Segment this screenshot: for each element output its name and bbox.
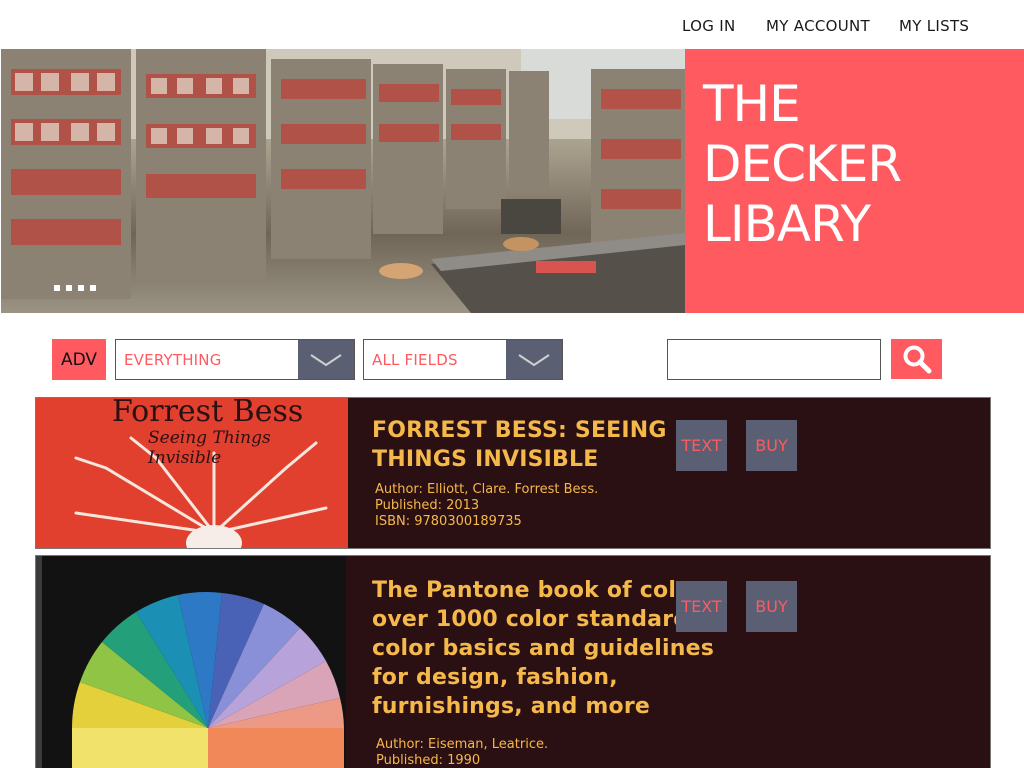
- hero-banner: THE DECKER LIBARY: [0, 49, 1024, 313]
- advanced-search-button[interactable]: ADV: [52, 339, 106, 380]
- search-input[interactable]: [667, 339, 881, 380]
- top-nav: LOG IN MY ACCOUNT MY LISTS: [0, 0, 1024, 49]
- chevron-down-icon[interactable]: [298, 340, 354, 379]
- result-title-line: The Pantone book of color :: [372, 578, 720, 603]
- buy-button[interactable]: BUY: [746, 581, 797, 632]
- search-icon: [903, 345, 931, 374]
- buy-button[interactable]: BUY: [746, 420, 797, 471]
- book-cover[interactable]: Forrest Bess Seeing Things Invisible: [36, 398, 348, 548]
- cover-subtitle: Seeing Things Invisible: [148, 428, 271, 468]
- scope-select[interactable]: EVERYTHING: [115, 339, 355, 380]
- result-published: Published: 2013: [375, 498, 480, 513]
- result-title-line: FORREST BESS: SEEING: [372, 418, 667, 443]
- carousel-dot[interactable]: [90, 285, 96, 291]
- hero-library-photo: [1, 49, 685, 313]
- book-cover[interactable]: [36, 556, 346, 768]
- field-select-value: ALL FIELDS: [372, 351, 458, 369]
- result-item: The Pantone book of color : over 1000 co…: [35, 555, 991, 768]
- library-title-line: THE: [703, 75, 801, 133]
- text-button[interactable]: TEXT: [676, 420, 727, 471]
- carousel-dot[interactable]: [66, 285, 72, 291]
- result-title-line: for design, fashion,: [372, 665, 618, 690]
- scope-select-value: EVERYTHING: [124, 351, 222, 369]
- login-link[interactable]: LOG IN: [682, 17, 735, 35]
- carousel-dot[interactable]: [78, 285, 84, 291]
- result-published: Published: 1990: [376, 753, 481, 768]
- carousel-dot[interactable]: [54, 285, 60, 291]
- carousel-dots: [54, 285, 96, 291]
- field-select[interactable]: ALL FIELDS: [363, 339, 563, 380]
- result-item: Forrest Bess Seeing Things Invisible FOR…: [35, 397, 991, 549]
- cover-title: Forrest Bess: [112, 398, 304, 429]
- chevron-down-icon[interactable]: [506, 340, 562, 379]
- my-lists-link[interactable]: MY LISTS: [899, 17, 969, 35]
- result-title[interactable]: FORREST BESS: SEEING THINGS INVISIBLE: [372, 416, 667, 474]
- result-title-line: THINGS INVISIBLE: [372, 447, 599, 472]
- result-author: Author: Elliott, Clare. Forrest Bess.: [375, 482, 599, 497]
- result-title-line: furnishings, and more: [372, 694, 651, 719]
- library-title-line: DECKER: [703, 135, 902, 193]
- search-button[interactable]: [891, 339, 942, 379]
- result-title-line: over 1000 color standards :: [372, 607, 720, 632]
- text-button[interactable]: TEXT: [676, 581, 727, 632]
- result-author: Author: Eiseman, Leatrice.: [376, 737, 549, 752]
- result-isbn: ISBN: 9780300189735: [375, 514, 522, 529]
- library-title-panel: THE DECKER LIBARY: [685, 49, 1024, 313]
- result-title-line: color basics and guidelines: [372, 636, 715, 661]
- my-account-link[interactable]: MY ACCOUNT: [766, 17, 870, 35]
- library-title-line: LIBARY: [703, 195, 871, 253]
- result-title[interactable]: The Pantone book of color : over 1000 co…: [372, 576, 719, 721]
